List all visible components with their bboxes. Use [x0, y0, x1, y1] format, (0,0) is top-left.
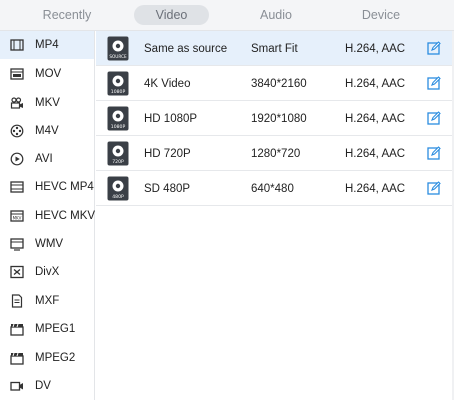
- edit-icon[interactable]: [427, 111, 441, 125]
- tab-audio[interactable]: Audio: [254, 5, 298, 25]
- sidebar-item-label: MP4: [35, 39, 59, 51]
- preset-codec: H.264, AAC: [345, 113, 406, 125]
- sidebar-item-label: DivX: [35, 266, 60, 278]
- video-camera-icon: [10, 97, 23, 109]
- sidebar-item-label: HEVC MKV: [35, 210, 96, 222]
- preset-codec: H.264, AAC: [345, 148, 406, 160]
- hevc-film-icon: [10, 181, 24, 193]
- sidebar-item-mov[interactable]: MOV: [0, 60, 94, 88]
- edit-icon[interactable]: [427, 146, 441, 160]
- preset-resolution: Smart Fit: [251, 43, 298, 55]
- sidebar-item-label: HEVC MP4: [35, 181, 94, 193]
- hevc-film-icon: MKV: [10, 210, 24, 222]
- sidebar-item-dv[interactable]: DV: [0, 372, 94, 400]
- sidebar-item-label: MOV: [35, 68, 62, 80]
- 1080p-preset-icon: 1080P: [107, 71, 129, 96]
- camcorder-icon: [10, 381, 23, 391]
- preset-row-hd-720p[interactable]: 720P HD 720P 1280*720 H.264, AAC: [96, 136, 454, 171]
- 480p-preset-icon: 480P: [107, 176, 129, 201]
- sidebar-item-label: M4V: [35, 125, 59, 137]
- clapperboard-icon: [10, 323, 24, 336]
- sidebar-item-mpeg2[interactable]: MPEG2: [0, 344, 94, 372]
- edit-icon[interactable]: [427, 181, 441, 195]
- film-frame-icon: [10, 68, 24, 80]
- sidebar-item-avi[interactable]: AVI: [0, 145, 94, 173]
- sidebar-item-mxf[interactable]: MXF: [0, 287, 94, 315]
- sidebar-item-mpeg1[interactable]: MPEG1: [0, 315, 94, 343]
- svg-text:1080P: 1080P: [111, 89, 126, 95]
- preset-row-same-as-source[interactable]: SOURCE Same as source Smart Fit H.264, A…: [96, 31, 454, 66]
- format-tab-bar: Recently Video Audio Device: [0, 0, 454, 31]
- preset-codec: H.264, AAC: [345, 43, 406, 55]
- preset-list: SOURCE Same as source Smart Fit H.264, A…: [96, 31, 454, 400]
- sidebar-item-label: MPEG2: [35, 352, 76, 364]
- sidebar-item-mp4[interactable]: MP4: [0, 31, 94, 59]
- preset-resolution: 1280*720: [251, 148, 301, 160]
- svg-text:1080P: 1080P: [111, 124, 126, 130]
- preset-codec: H.264, AAC: [345, 78, 406, 90]
- film-reel-icon: [10, 124, 24, 138]
- sidebar-item-label: DV: [35, 380, 51, 392]
- svg-text:MKV: MKV: [13, 216, 22, 221]
- sidebar-item-hevc-mp4[interactable]: HEVC MP4: [0, 173, 94, 201]
- preset-name: HD 720P: [144, 148, 191, 160]
- source-preset-icon: SOURCE: [107, 36, 129, 61]
- preset-resolution: 1920*1080: [251, 113, 307, 125]
- edit-icon[interactable]: [427, 76, 441, 90]
- preset-name: 4K Video: [144, 78, 191, 90]
- svg-text:480P: 480P: [112, 194, 124, 200]
- preset-row-4k-video[interactable]: 1080P 4K Video 3840*2160 H.264, AAC: [96, 66, 454, 101]
- 720p-preset-icon: 720P: [107, 141, 129, 166]
- preset-row-hd-1080p[interactable]: 1080P HD 1080P 1920*1080 H.264, AAC: [96, 101, 454, 136]
- 1080p-preset-icon: 1080P: [107, 106, 129, 131]
- tab-recently[interactable]: Recently: [40, 5, 94, 25]
- preset-name: SD 480P: [144, 183, 191, 195]
- preset-resolution: 3840*2160: [251, 78, 307, 90]
- film-strip-icon: [10, 39, 24, 51]
- sidebar-item-label: MXF: [35, 295, 60, 307]
- preset-name: Same as source: [144, 43, 228, 55]
- preset-row-sd-480p[interactable]: 480P SD 480P 640*480 H.264, AAC: [96, 171, 454, 206]
- sidebar-item-label: AVI: [35, 153, 53, 165]
- sidebar-item-m4v[interactable]: M4V: [0, 117, 94, 145]
- close-box-icon: [10, 265, 24, 279]
- svg-text:720P: 720P: [112, 159, 124, 165]
- monitor-icon: [10, 238, 24, 251]
- sidebar-item-divx[interactable]: DivX: [0, 258, 94, 286]
- svg-text:SOURCE: SOURCE: [109, 54, 127, 59]
- preset-codec: H.264, AAC: [345, 183, 406, 195]
- sidebar-item-label: WMV: [35, 238, 64, 250]
- sidebar-item-label: MKV: [35, 97, 60, 109]
- preset-resolution: 640*480: [251, 183, 294, 195]
- sidebar-item-mkv[interactable]: MKV: [0, 89, 94, 117]
- document-icon: [11, 294, 23, 308]
- preset-name: HD 1080P: [144, 113, 198, 125]
- tab-video[interactable]: Video: [134, 5, 209, 25]
- sidebar-item-hevc-mkv[interactable]: MKV HEVC MKV: [0, 202, 96, 230]
- clapperboard-icon: [10, 352, 24, 365]
- tab-device[interactable]: Device: [355, 5, 407, 25]
- edit-icon[interactable]: [427, 41, 441, 55]
- sidebar-item-label: MPEG1: [35, 323, 76, 335]
- play-circle-icon: [10, 152, 24, 166]
- sidebar-item-wmv[interactable]: WMV: [0, 230, 94, 258]
- format-sidebar: MP4 MOV MKV M4V AVI HEVC MP4 MKV HEVC MK…: [0, 31, 95, 400]
